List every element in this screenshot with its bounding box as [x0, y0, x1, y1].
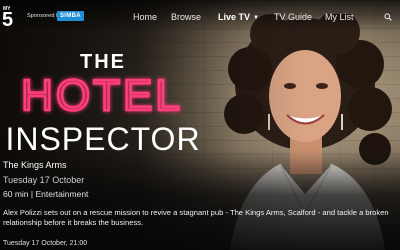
episode-duration: 60 min: [3, 189, 29, 199]
top-nav: MY 5 Sponsored by SIMBA Home Browse Live…: [0, 0, 400, 32]
episode-genre: Entertainment: [35, 189, 89, 199]
episode-meta: 60 min | Entertainment: [3, 189, 88, 199]
nav-item-tv-guide[interactable]: TV Guide: [274, 12, 312, 22]
title-line-the: THE: [80, 51, 126, 73]
episode-title: The Kings Arms: [3, 160, 67, 170]
sponsor-brand-badge[interactable]: SIMBA: [57, 11, 84, 21]
logo-number: 5: [2, 9, 13, 28]
nav-item-home[interactable]: Home: [133, 12, 157, 22]
episode-airing-time: Tuesday 17 October, 21:00: [3, 240, 88, 247]
nav-item-my-list[interactable]: My List: [325, 12, 354, 22]
search-icon[interactable]: [384, 13, 392, 21]
show-title-art: THE HOTEL INSPECTOR: [5, 51, 200, 157]
channel-logo[interactable]: MY 5: [2, 4, 20, 28]
nav-item-browse[interactable]: Browse: [171, 12, 201, 22]
episode-date: Tuesday 17 October: [3, 175, 85, 185]
title-line-hotel: HOTEL: [21, 71, 183, 120]
nav-item-live-tv[interactable]: Live TV ▼: [218, 12, 259, 22]
nav-item-live-tv-label: Live TV: [218, 12, 251, 22]
chevron-down-icon: ▼: [253, 15, 259, 21]
title-line-inspector: INSPECTOR: [5, 121, 200, 157]
episode-description: Alex Polizzi sets out on a rescue missio…: [3, 208, 389, 227]
meta-separator: |: [30, 189, 34, 199]
